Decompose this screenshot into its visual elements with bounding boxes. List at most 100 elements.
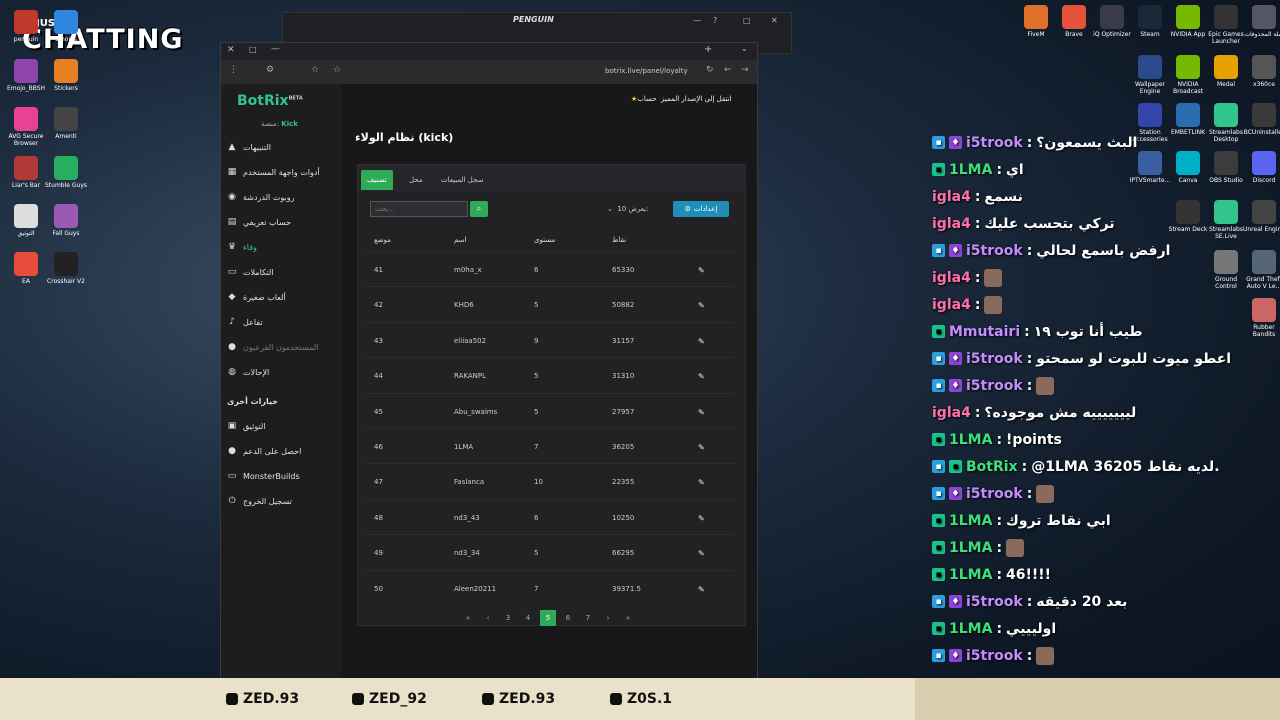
sidebar-item[interactable]: ⏻ تسجيل الخروج	[227, 492, 339, 510]
page-button[interactable]: 3	[500, 610, 516, 626]
sidebar-item[interactable]: ● احصل على الدعم	[227, 442, 339, 460]
star-icon[interactable]: ☆	[311, 65, 319, 75]
minimize-icon[interactable]: —	[693, 16, 703, 26]
chat-username[interactable]: 1LMA	[949, 162, 992, 178]
chat-username[interactable]: igla4	[932, 216, 971, 232]
chat-username[interactable]: 1LMA	[949, 513, 992, 529]
desktop-icon[interactable]: Stickers	[44, 59, 88, 92]
edit-icon[interactable]: ✎	[698, 408, 705, 417]
desktop-icon[interactable]: Amenti	[44, 107, 88, 140]
chat-username[interactable]: Mmutairi	[949, 324, 1020, 340]
column-header-name[interactable]: اسم	[454, 236, 466, 244]
minimize-icon[interactable]: —	[271, 44, 280, 54]
chat-username[interactable]: i5trook	[966, 378, 1023, 394]
sidebar-item[interactable]: ◆ ألعاب صغيرة	[227, 288, 339, 306]
brand-logo[interactable]: BotRixBETA	[237, 93, 303, 109]
desktop-icon[interactable]: EA	[4, 252, 48, 285]
prev-page-button[interactable]: ‹	[480, 610, 496, 626]
sidebar-item[interactable]: ▲ التنبيهات	[227, 138, 339, 156]
chat-username[interactable]: igla4	[932, 297, 971, 313]
back-icon[interactable]: ←	[724, 65, 732, 75]
first-page-button[interactable]: «	[460, 610, 476, 626]
reload-icon[interactable]: ↻	[706, 65, 714, 75]
chat-username[interactable]: igla4	[932, 270, 971, 286]
edit-icon[interactable]: ✎	[698, 585, 705, 594]
search-button[interactable]: ⌕	[470, 201, 488, 217]
desktop-icon[interactable]: Emojys	[44, 10, 88, 43]
edit-icon[interactable]: ✎	[698, 301, 705, 310]
maximize-icon[interactable]: □	[249, 45, 257, 54]
chat-username[interactable]: i5trook	[966, 135, 1023, 151]
sidebar-item[interactable]: ▣ التوثيق	[227, 417, 339, 435]
restore-icon[interactable]: □	[743, 16, 753, 26]
desktop-icon[interactable]: penguin	[4, 10, 48, 43]
edit-icon[interactable]: ✎	[698, 443, 705, 452]
column-header-points[interactable]: نقاط	[612, 236, 626, 244]
desktop-icon[interactable]: Fall Guys	[44, 204, 88, 237]
forward-icon[interactable]: →	[741, 65, 749, 75]
sidebar-item[interactable]: ♛ وفاء	[227, 238, 339, 256]
sidebar-item[interactable]: ● المستخدمون الفرعيون	[227, 338, 339, 356]
chat-username[interactable]: i5trook	[966, 243, 1023, 259]
browser-window: ✕ □ — + ⌄ ⋮ ⚙ ☆ ☆ botrix.live/panel/loya…	[220, 42, 758, 684]
edit-icon[interactable]: ✎	[698, 514, 705, 523]
new-tab-icon[interactable]: +	[704, 44, 712, 55]
url-bar[interactable]: ⋮ ⚙ ☆ ☆ botrix.live/panel/loyalty ↻ ← →	[221, 60, 757, 84]
settings-button[interactable]: ⚙ إعدادات	[673, 201, 729, 217]
page-button[interactable]: 7	[580, 610, 596, 626]
next-page-button[interactable]: ›	[600, 610, 616, 626]
chevron-down-icon[interactable]: ⌄	[741, 44, 748, 53]
sidebar-item[interactable]: ♪ تفاعل	[227, 313, 339, 331]
edit-icon[interactable]: ✎	[698, 266, 705, 275]
chat-username[interactable]: igla4	[932, 189, 971, 205]
desktop-icon[interactable]: التوثيق	[4, 204, 48, 237]
cell-points: 36205	[612, 443, 635, 451]
column-header-level[interactable]: مستوى	[534, 236, 555, 244]
chat-username[interactable]: i5trook	[966, 351, 1023, 367]
desktop-icon[interactable]: Emojo_BBSH	[4, 59, 48, 92]
close-icon[interactable]: ✕	[771, 16, 781, 26]
chat-username[interactable]: igla4	[932, 405, 971, 421]
per-page-select[interactable]: ⌄ 10 يعرض:	[607, 205, 649, 213]
tab[interactable]: محل	[403, 170, 429, 190]
edit-icon[interactable]: ✎	[698, 549, 705, 558]
sidebar-item[interactable]: ▤ حساب تعريفي	[227, 213, 339, 231]
tab[interactable]: سجل المبيعات	[435, 170, 489, 190]
edit-icon[interactable]: ✎	[698, 478, 705, 487]
extension-icon[interactable]: ⚙	[266, 65, 274, 75]
card-icon: ▤	[227, 217, 237, 227]
bookmark-icon[interactable]: ☆	[333, 65, 341, 75]
sidebar-item[interactable]: ▭ MonsterBuilds	[227, 467, 339, 485]
desktop-icon[interactable]: Liar's Bar	[4, 156, 48, 189]
desktop-icon[interactable]: x360ce	[1242, 55, 1280, 88]
page-button[interactable]: 5	[540, 610, 556, 626]
close-icon[interactable]: ✕	[227, 45, 235, 55]
desktop-icon[interactable]: AVG Secure Browser	[4, 107, 48, 147]
desktop-icon[interactable]: Stumble Guys	[44, 156, 88, 189]
chat-username[interactable]: 1LMA	[949, 432, 992, 448]
chat-username[interactable]: 1LMA	[949, 567, 992, 583]
tab[interactable]: تصنيف	[361, 170, 393, 190]
page-button[interactable]: 6	[560, 610, 576, 626]
sidebar-item[interactable]: ◍ الإحالات	[227, 363, 339, 381]
help-icon[interactable]: ?	[713, 16, 723, 26]
search-input[interactable]	[370, 201, 468, 217]
sidebar-item[interactable]: ▦ أدوات واجهة المستخدم	[227, 163, 339, 181]
chat-username[interactable]: BotRix	[966, 459, 1018, 475]
desktop-icon[interactable]: سلة المحذوفات	[1242, 5, 1280, 38]
last-page-button[interactable]: »	[620, 610, 636, 626]
chat-username[interactable]: i5trook	[966, 594, 1023, 610]
sidebar-item[interactable]: ◉ روبوت الدردشة	[227, 188, 339, 206]
chat-username[interactable]: 1LMA	[949, 621, 992, 637]
column-header-rank[interactable]: موضع	[374, 236, 391, 244]
edit-icon[interactable]: ✎	[698, 372, 705, 381]
edit-icon[interactable]: ✎	[698, 337, 705, 346]
desktop-icon[interactable]: Crosshair V2	[44, 252, 88, 285]
chat-username[interactable]: 1LMA	[949, 540, 992, 556]
menu-icon[interactable]: ⋮	[229, 65, 238, 75]
sidebar-item[interactable]: ▭ التكاملات	[227, 263, 339, 281]
page-button[interactable]: 4	[520, 610, 536, 626]
chat-username[interactable]: i5trook	[966, 486, 1023, 502]
chat-username[interactable]: i5trook	[966, 648, 1023, 664]
account-menu[interactable]: حساب	[637, 95, 656, 103]
